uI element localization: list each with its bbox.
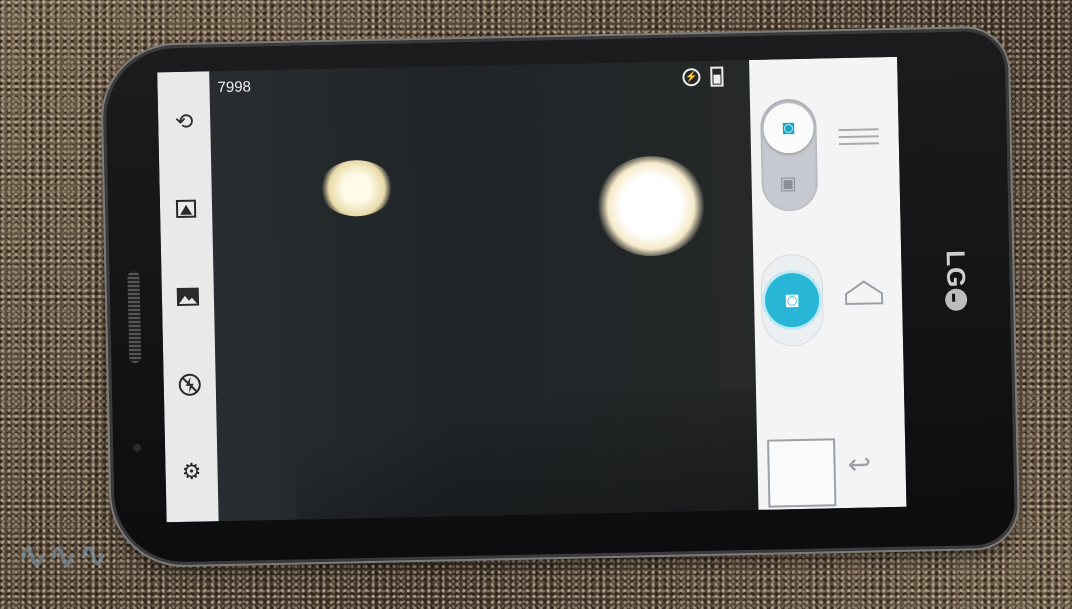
camera-screen[interactable]: ⟲ ⚙ 7998 ⚡ ◙ ▣ ◙ ↩ xyxy=(157,56,907,523)
switch-camera-icon[interactable]: ⟲ xyxy=(170,107,199,136)
status-bar: ⚡ xyxy=(682,66,724,88)
photo-video-mode-switch[interactable]: ◙ ▣ xyxy=(759,98,819,212)
flash-off-icon[interactable] xyxy=(175,370,204,399)
back-icon[interactable]: ↩ xyxy=(847,448,871,481)
battery-icon xyxy=(710,66,724,87)
lg-emblem xyxy=(944,287,968,311)
home-icon[interactable] xyxy=(844,279,885,306)
ceiling-light-left xyxy=(319,159,395,218)
gallery-thumbnail[interactable] xyxy=(767,438,837,508)
menu-icon[interactable] xyxy=(838,123,879,150)
video-mode-icon[interactable]: ▣ xyxy=(779,173,796,194)
settings-icon[interactable]: ⚙ xyxy=(177,458,206,487)
brand-text: LG xyxy=(940,249,972,289)
camera-left-toolbar: ⟲ ⚙ xyxy=(157,71,219,523)
shutter-track: ◙ xyxy=(761,254,824,346)
shutter-button[interactable]: ◙ xyxy=(764,272,820,328)
ceiling-light-right xyxy=(595,154,708,258)
shot-counter: 7998 xyxy=(217,78,252,97)
lg-logo: LG xyxy=(935,241,977,322)
phone: ⟲ ⚙ 7998 ⚡ ◙ ▣ ◙ ↩ LG xyxy=(104,30,1016,564)
photo-mode-icon[interactable]: ◙ xyxy=(762,102,815,154)
flash-off-status-icon: ⚡ xyxy=(682,68,701,87)
earpiece-speaker xyxy=(127,270,142,364)
camera-right-panel: ◙ ▣ ◙ ↩ xyxy=(749,56,907,510)
watermark: ∿∿∿ xyxy=(17,536,110,576)
scene-mode-icon[interactable] xyxy=(172,195,201,224)
gallery-icon[interactable] xyxy=(174,282,203,311)
front-camera xyxy=(132,443,142,452)
